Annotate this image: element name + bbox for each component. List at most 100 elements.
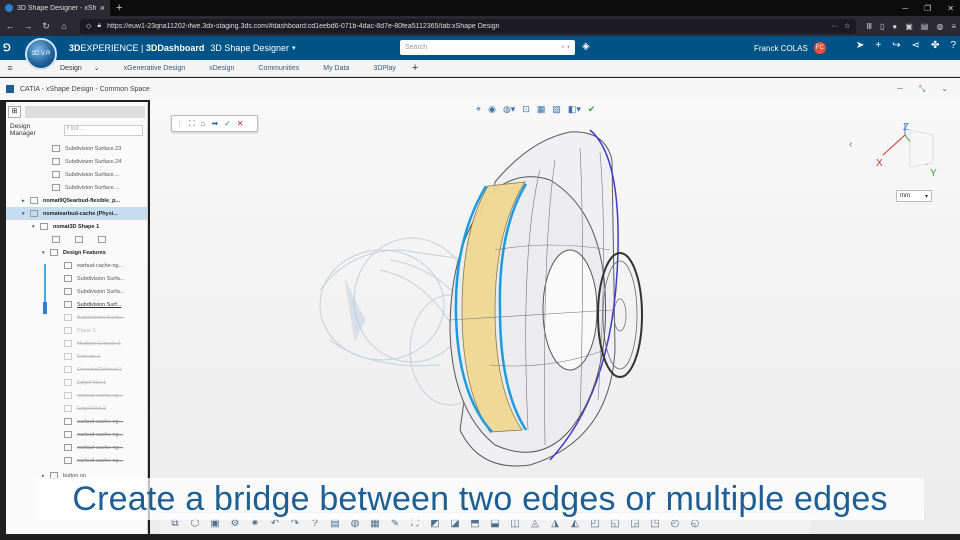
user-menu[interactable]: Franck COLAS FC [754,42,826,54]
drag-handle-icon[interactable]: ⋮ [176,120,183,128]
add-tab-icon[interactable]: + [412,62,418,74]
compass-icon[interactable]: 3D V.R [25,38,57,70]
new-tab-button[interactable]: + [116,2,122,14]
account-icon[interactable]: ◍ [936,22,943,31]
close-tab-icon[interactable]: × [100,3,105,13]
tab-design[interactable]: Design ⌄ [48,64,112,72]
tree-node[interactable]: Subdivision Surfa... [6,272,147,285]
avatar[interactable]: FC [813,42,826,54]
tree-node-current[interactable]: Subdivision Surf... [6,298,147,311]
tab-xdesign[interactable]: xDesign [197,65,246,72]
ok-icon[interactable]: ✓ [224,119,231,128]
tree-node[interactable]: earbud-cache-ng... [6,259,147,272]
render-style-icon[interactable]: ◍▾ [503,104,515,115]
share-arrow-icon[interactable]: ↪ [892,40,900,51]
tag-icon[interactable]: ◈ [582,41,590,52]
screenshot-icon[interactable]: ▣ [905,22,913,31]
tree-node[interactable]: ▾ nomat3D Shape 1 [6,220,147,233]
bookmark-star-icon[interactable]: ☆ [844,22,850,30]
home-icon[interactable]: ⌂ [58,21,70,31]
address-bar[interactable]: ◇ 🔒︎ https://euw1-23qna11202-ifwe.3dx-st… [80,18,857,34]
chevron-left-icon[interactable]: ‹ [849,139,852,150]
tree-node[interactable]: ▾ Design Features [6,246,147,259]
add-icon[interactable]: + [875,40,881,51]
collapse-icon[interactable]: ▾ [42,250,50,256]
tree-node[interactable]: Subdivision Surface.24 [6,155,147,168]
tree-node[interactable]: Subdivision Surface.... [6,168,147,181]
tree-node[interactable]: earbud-cache-ng... [6,428,147,441]
expand-icon[interactable]: ▸ [22,198,30,204]
notification-icon[interactable]: ➤ [856,40,864,51]
layers-icon[interactable]: ▧ [552,104,561,115]
tree-node[interactable]: Plane.1 [6,324,147,337]
more-icon[interactable]: ··· [831,23,838,30]
tree-node[interactable]: earbud-cache-ng... [6,415,147,428]
tab-my-data[interactable]: My Data [311,65,361,72]
view-cube-icon[interactable]: ◧▾ [568,104,581,115]
back-icon[interactable]: ← [4,21,16,31]
menu-icon[interactable]: ≡ [951,22,956,31]
tree-icon[interactable]: ⊞ [8,106,21,118]
tree-node[interactable]: earbud-cache-ng... [6,389,147,402]
apps-icon[interactable]: ✤ [931,40,939,51]
tree-node[interactable]: Multiple Extrude.1 [6,337,147,350]
reload-icon[interactable]: ↻ [40,21,52,32]
edge-select-icon[interactable]: ⛶ [189,119,195,129]
sidebar-icon[interactable]: ▯ [880,22,884,31]
tree-node-selected[interactable]: ▾ nomatearbud-cache (Physi... [6,207,147,220]
surface-icon [64,262,72,269]
tab-xgenerative-design[interactable]: xGenerative Design [112,65,197,72]
tree-node[interactable]: EdgeFillet.2 [6,402,147,415]
axis-icon[interactable] [52,236,60,243]
cancel-icon[interactable]: ✕ [237,119,244,128]
validate-icon[interactable]: ✔ [588,104,596,115]
tree-node[interactable]: Subdivision Surfa... [6,285,147,298]
browser-tab[interactable]: 3D Shape Designer - xShape De... × [0,0,110,16]
search-input[interactable]: Search ⌕ ▾ [400,40,575,55]
chevron-down-icon[interactable]: ⌄ [94,65,100,72]
zoom-area-icon[interactable]: ⊡ [522,104,530,115]
bridge-command-panel: ⋮ ⛶ ⌂ ➡ ✓ ✕ [171,115,258,132]
extension-icon[interactable]: ● [892,22,897,31]
forward-icon[interactable]: → [22,21,34,31]
dashboard-menu-icon[interactable]: ≡ [0,63,20,73]
tree-node[interactable]: Subdivision Surfa... [6,311,147,324]
plane-icon[interactable] [75,236,83,243]
plane-icon [64,327,72,334]
maximize-icon[interactable]: ❐ [924,4,931,13]
tree-node[interactable]: Subdivision Surface.23 [6,142,147,155]
tree-node[interactable]: Subdivision Surface.... [6,181,147,194]
tree-node[interactable]: earbud-cache-ng... [6,441,147,454]
sketch-icon[interactable] [98,236,106,243]
3d-viewport[interactable]: Z X Y [150,100,960,534]
chevron-down-icon[interactable]: ▾ [292,44,296,52]
surface-icon [52,145,60,152]
search-icon[interactable]: ⌕ ▾ [561,44,570,52]
tree-node[interactable]: EdgeFillet.1 [6,376,147,389]
tree-node[interactable]: ▸ nomat9Q5earbud-flexible_p... [6,194,147,207]
tab-3dplay[interactable]: 3DPlay [361,65,408,72]
tree-node[interactable]: earbud-cache-ng... [6,454,147,467]
library-icon[interactable]: Ⅲ [866,22,872,31]
chevron-down-icon[interactable]: ⌄ [941,84,948,94]
unit-select[interactable]: mm ▾ [896,190,932,202]
pan-icon[interactable]: ◉ [488,104,496,115]
minimize-icon[interactable]: ─ [902,4,908,13]
apply-arrow-icon[interactable]: ➡ [211,119,218,128]
tab-communities[interactable]: Communities [246,65,311,72]
fullscreen-icon[interactable]: ⤡ [919,84,925,94]
tree-node[interactable]: Extrude.1 [6,350,147,363]
bridge-icon[interactable]: ⌂ [201,119,206,128]
tree-node[interactable]: OrientedRefined.1 [6,363,147,376]
collapse-icon[interactable]: ▾ [32,224,40,230]
help-icon[interactable]: ? [950,40,956,51]
share-icon[interactable]: ⋖ [912,40,920,51]
section-icon[interactable]: ▦ [537,104,546,115]
minimize-icon[interactable]: ─ [897,84,903,94]
tree-filter-input[interactable]: Find ... [63,124,143,136]
app-name[interactable]: 3D Shape Designer [210,43,289,53]
collapse-icon[interactable]: ▾ [22,211,30,217]
container-icon[interactable]: ▤ [921,22,929,31]
close-window-icon[interactable]: ✕ [947,4,954,13]
fit-all-icon[interactable]: ⌖ [476,104,481,115]
